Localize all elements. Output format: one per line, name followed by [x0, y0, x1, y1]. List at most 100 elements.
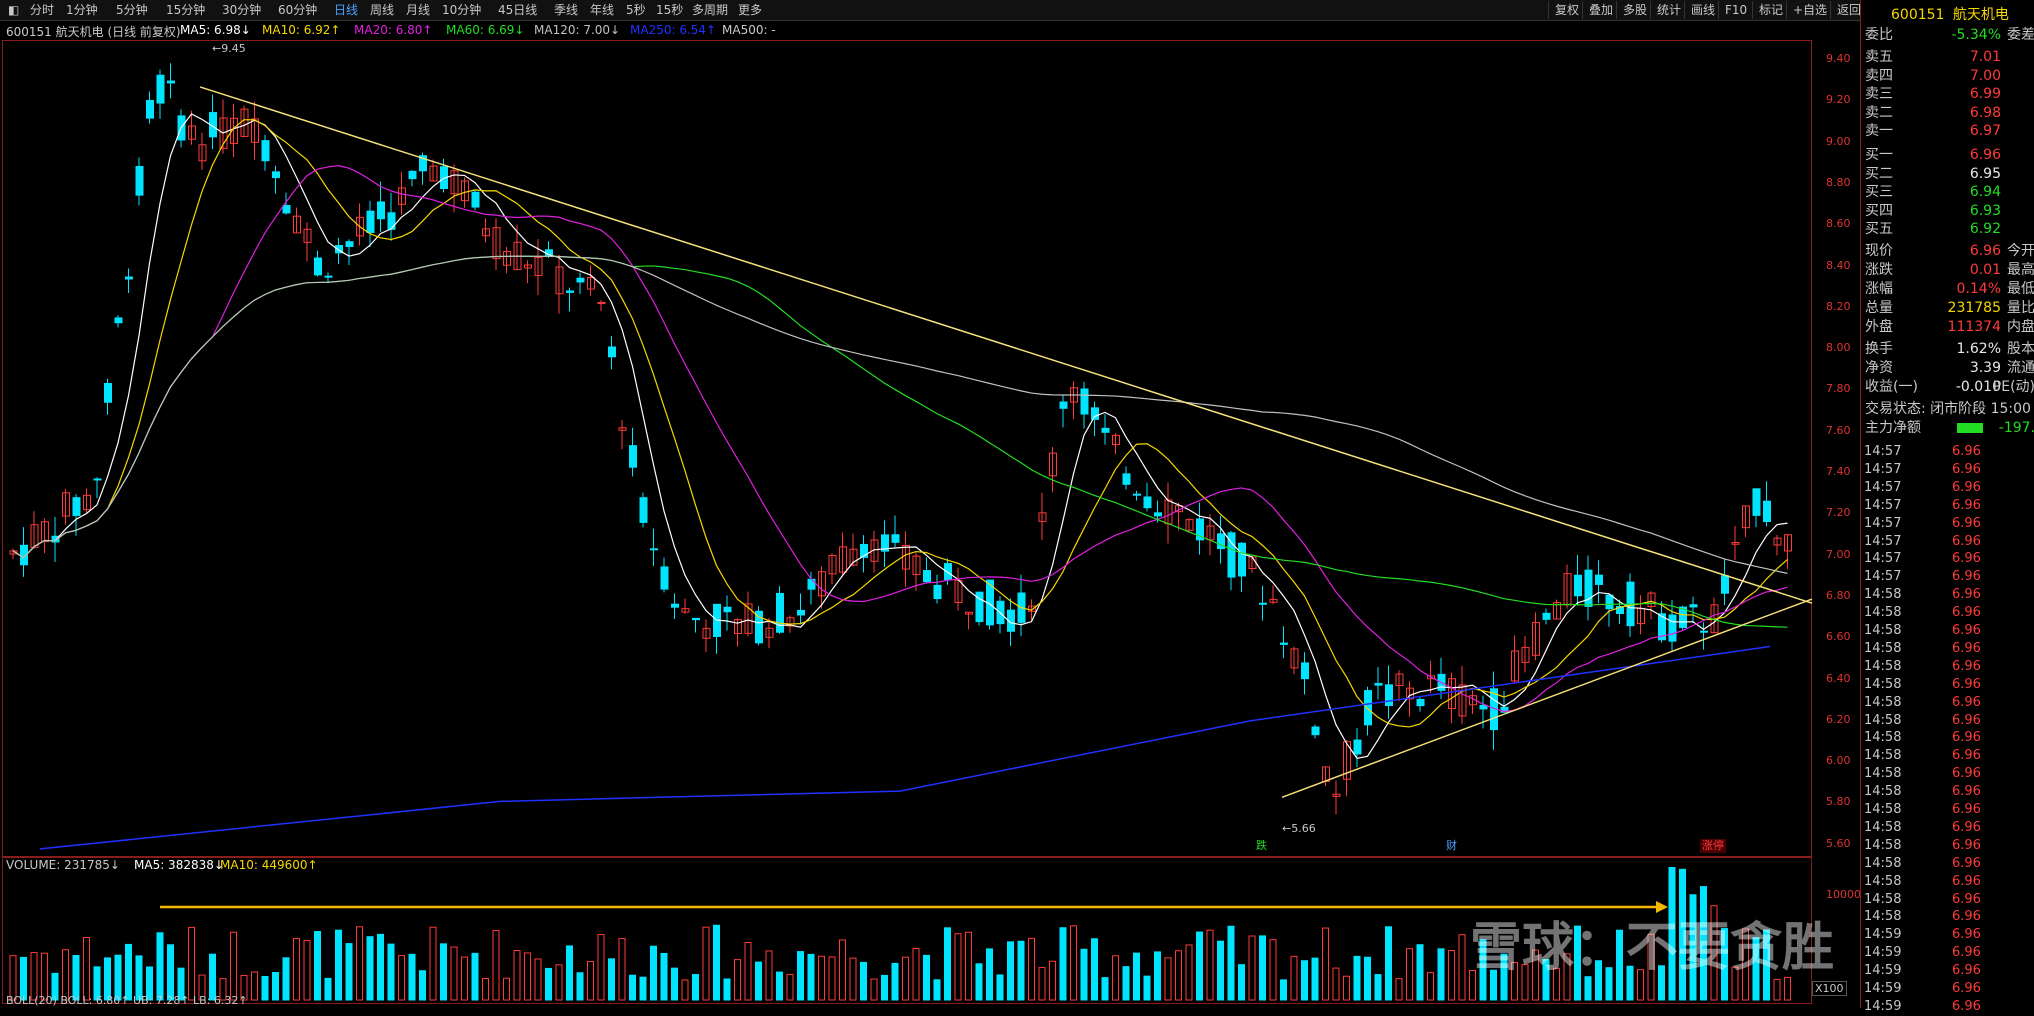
volume-bar — [513, 949, 521, 1001]
price-axis-tick: 8.80 — [1826, 175, 1851, 189]
volume-bar — [1122, 966, 1130, 1001]
bid-row: 买三 6.94 — [1865, 184, 2001, 201]
tick-row: 14:57 6.96 — [1864, 497, 1981, 513]
price-axis-tick: 5.80 — [1826, 795, 1851, 809]
candle-body — [723, 606, 732, 613]
volume-bar — [366, 936, 374, 1001]
candle-body — [1689, 604, 1698, 608]
tick-row: 14:58 6.96 — [1864, 748, 1981, 764]
candle-body — [1700, 630, 1708, 633]
volume-bar — [251, 971, 258, 1001]
candle-body — [377, 201, 385, 220]
stat2-row: 换手 1.62% 股本 — [1865, 341, 2034, 357]
price-axis-tick: 6.00 — [1826, 754, 1851, 768]
candle-body — [1374, 682, 1383, 686]
volume-bar — [839, 939, 846, 1001]
volume-bar — [797, 951, 804, 1001]
volume-bar — [860, 961, 867, 1001]
volume-ma5-label: MA5: 382838↓ — [134, 858, 224, 872]
candle-body — [944, 563, 952, 581]
candle-body — [104, 383, 112, 403]
watermark: 雪球：不要贪胜 — [1470, 918, 1835, 978]
volume-bar — [1007, 941, 1014, 1001]
tick-row: 14:58 6.96 — [1864, 855, 1981, 871]
volume-bar — [293, 937, 300, 1001]
candle-body — [891, 534, 900, 543]
price-axis-tick: 9.40 — [1826, 52, 1851, 65]
volume-bar — [1143, 975, 1151, 1001]
price-axis-tick: 7.20 — [1826, 506, 1851, 520]
candle-body — [1059, 401, 1068, 409]
volume-bar — [1280, 979, 1287, 1001]
volume-bar — [1227, 925, 1235, 1001]
volume-bar — [408, 953, 416, 1001]
volume-bar — [902, 956, 909, 1001]
candle-body — [608, 346, 616, 358]
tick-row: 14:58 6.96 — [1864, 658, 1981, 674]
volume-bar — [986, 948, 993, 1001]
volume-bar — [1070, 925, 1077, 1001]
candle-body — [597, 302, 606, 305]
volume-bar — [1343, 975, 1350, 1001]
volume-scale-badge: X100 — [1812, 981, 1847, 996]
candle-body — [807, 578, 816, 590]
volume-bar — [597, 934, 605, 1001]
volume-bar — [1091, 938, 1098, 1001]
volume-bar — [534, 958, 542, 1001]
volume-bar — [1238, 964, 1245, 1001]
price-axis-tick: 7.00 — [1826, 547, 1851, 561]
ma20-line — [12, 165, 1788, 713]
candle-body — [576, 277, 585, 283]
volume-bar — [1133, 952, 1140, 1001]
volume-bar — [555, 964, 563, 1001]
volume-bar — [1028, 937, 1035, 1001]
candle-body — [1133, 493, 1141, 496]
candle-body — [797, 609, 805, 616]
event-marker-0[interactable]: 跌 — [1254, 839, 1269, 853]
volume-bar — [755, 961, 762, 1001]
volume-bar — [1416, 944, 1424, 1001]
candle-body — [72, 497, 81, 516]
candle-body — [156, 74, 165, 104]
stat-row: 总量 231785 量比 — [1865, 300, 2034, 316]
candle-body — [671, 603, 679, 608]
tick-row: 14:58 6.96 — [1864, 819, 1981, 835]
volume-bar — [1112, 955, 1119, 1001]
volume-bar — [482, 977, 489, 1001]
event-marker-2[interactable]: 涨停 — [1700, 839, 1726, 853]
candle-body — [387, 212, 396, 230]
candle-body — [261, 140, 270, 162]
volume-bar — [1322, 927, 1329, 1001]
bid-row: 买一 6.96 — [1865, 147, 2001, 163]
price-axis-tick: 8.40 — [1826, 258, 1851, 272]
price-axis-tick: 6.60 — [1826, 630, 1851, 644]
candle-body — [114, 317, 123, 324]
price-axis-tick: 9.20 — [1826, 93, 1851, 107]
volume-bar — [734, 959, 741, 1001]
candle-body — [660, 566, 669, 590]
candle-body — [1721, 575, 1729, 594]
event-marker-1[interactable]: 财 — [1444, 839, 1459, 853]
stat-row: 涨幅 0.14% 最低 — [1865, 281, 2034, 297]
volume-bar — [356, 926, 363, 1001]
volume-bar — [30, 952, 38, 1001]
candle-body — [1584, 569, 1593, 607]
volume-bar — [1427, 972, 1434, 1001]
tick-row: 14:58 6.96 — [1864, 891, 1981, 907]
volume-bar — [818, 955, 825, 1001]
volume-bar — [1080, 948, 1088, 1001]
price-axis-tick: 8.20 — [1826, 299, 1851, 313]
price-axis-tick: 5.60 — [1826, 836, 1851, 850]
tick-row: 14:58 6.96 — [1864, 623, 1981, 638]
tick-row: 14:58 6.96 — [1864, 640, 1981, 656]
candle-body — [1605, 594, 1614, 610]
volume-bar — [776, 971, 783, 1001]
volume-bar — [692, 974, 699, 1001]
volume-bar — [618, 938, 626, 1001]
volume-bar — [335, 929, 342, 1001]
volume-bar — [723, 978, 731, 1001]
tick-row: 14:59 6.96 — [1864, 998, 1981, 1014]
candle-body — [1259, 602, 1267, 605]
volume-bar — [524, 952, 531, 1001]
candlestick-chart[interactable]: ←9.45 ←5.66 — [0, 0, 1860, 1008]
